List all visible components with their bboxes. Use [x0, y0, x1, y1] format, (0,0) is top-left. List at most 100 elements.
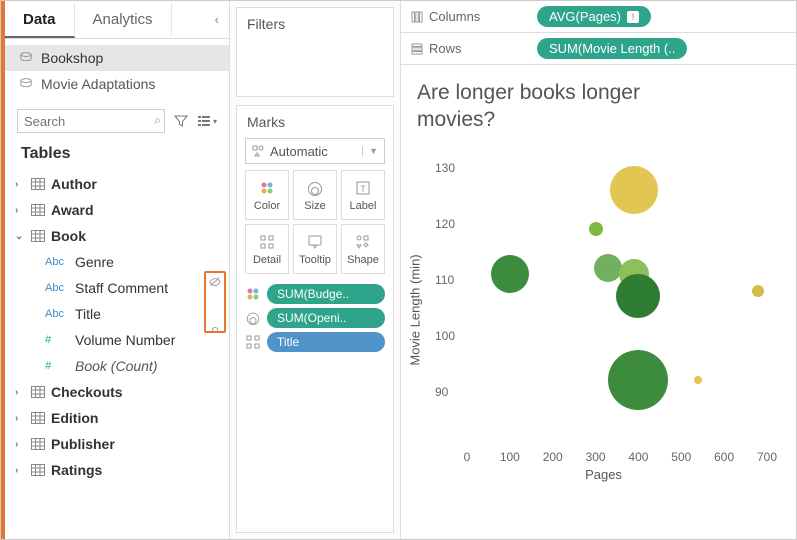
marks-pill-row[interactable]: Title [245, 332, 385, 352]
field-label: Book (Count) [75, 358, 157, 374]
marks-cell-label: Shape [347, 254, 379, 266]
table-checkouts[interactable]: › Checkouts [5, 379, 229, 405]
marks-cell-label: Label [350, 200, 377, 212]
table-icon [31, 438, 45, 450]
field-book-count-[interactable]: #Book (Count) [5, 353, 229, 379]
field-volume-number[interactable]: # Volume Number [5, 327, 229, 353]
filter-icon[interactable] [171, 110, 191, 132]
marks-color-button[interactable]: Color [245, 170, 289, 220]
chevron-icon: › [15, 205, 25, 216]
table-label: Author [51, 176, 97, 192]
chevron-icon: › [15, 413, 25, 424]
field-title[interactable]: Abc Title [5, 301, 229, 327]
field-label: Genre [75, 254, 114, 270]
marks-tooltip-button[interactable]: Tooltip [293, 224, 337, 274]
table-icon [31, 230, 45, 242]
color-icon [259, 179, 275, 197]
columns-shelf[interactable]: Columns AVG(Pages) ! [401, 1, 796, 33]
fieldtype-icon: Abc [45, 256, 69, 268]
pill-label[interactable]: SUM(Openi.. [267, 308, 385, 328]
x-tick: 700 [757, 450, 777, 464]
table-icon [31, 386, 45, 398]
chevron-icon: ⌄ [15, 231, 25, 242]
size-icon [245, 310, 261, 326]
svg-text:T: T [360, 184, 366, 194]
rows-shelf[interactable]: Rows SUM(Movie Length (.. [401, 33, 796, 65]
marks-label-button[interactable]: T Label [341, 170, 385, 220]
x-tick: 400 [628, 450, 648, 464]
fieldtype-icon: Abc [45, 282, 69, 294]
field-staff-comment[interactable]: AbcStaff Comment [5, 275, 229, 301]
table-label: Book [51, 228, 86, 244]
label-icon: T [355, 179, 371, 197]
x-tick: 0 [464, 450, 471, 464]
detail-icon [259, 233, 275, 251]
pill-label[interactable]: Title [267, 332, 385, 352]
fieldtype-icon: Abc [45, 308, 69, 320]
x-axis-label: Pages [585, 467, 622, 482]
table-ratings[interactable]: ›Ratings [5, 457, 229, 483]
field-label: Title [75, 306, 101, 322]
table-icon [31, 178, 45, 190]
tables-header: Tables [5, 139, 229, 171]
y-tick: 130 [435, 161, 455, 175]
y-tick: 90 [435, 385, 448, 399]
table-label: Ratings [51, 462, 102, 478]
datasource-label: Movie Adaptations [41, 76, 155, 92]
datasource-movie-adaptations[interactable]: Movie Adaptations [5, 71, 229, 97]
marks-size-button[interactable]: Size [293, 170, 337, 220]
data-point[interactable] [594, 254, 622, 282]
y-tick: 120 [435, 217, 455, 231]
tab-analytics[interactable]: Analytics [75, 3, 172, 36]
field-label: Volume Number [75, 332, 175, 348]
marks-shape-button[interactable]: Shape [341, 224, 385, 274]
data-point[interactable] [491, 255, 529, 293]
fieldtype-icon: # [45, 334, 69, 346]
filters-title: Filters [237, 8, 393, 40]
search-input[interactable] [17, 109, 165, 133]
data-point[interactable] [616, 274, 660, 318]
marks-cell-label: Size [304, 200, 325, 212]
table-icon [31, 464, 45, 476]
chart-title[interactable]: Are longer books longer movies? [409, 79, 669, 140]
marktype-dropdown[interactable]: Automatic ▼ [245, 138, 385, 164]
data-point[interactable] [589, 222, 603, 236]
pill-label[interactable]: SUM(Budge.. [267, 284, 385, 304]
marks-pill-row[interactable]: SUM(Budge.. [245, 284, 385, 304]
datasource-icon [19, 78, 33, 90]
marks-pill-row[interactable]: SUM(Openi.. [245, 308, 385, 328]
collapse-left-icon[interactable]: ‹ [205, 8, 229, 31]
table-book[interactable]: ⌄ Book [5, 223, 229, 249]
rows-label: Rows [429, 41, 462, 56]
detail-icon [245, 334, 261, 350]
table-publisher[interactable]: ›Publisher [5, 431, 229, 457]
tab-data[interactable]: Data [5, 3, 75, 38]
data-point[interactable] [610, 166, 658, 214]
data-point[interactable] [752, 285, 764, 297]
chevron-down-icon: ▼ [362, 146, 378, 156]
table-label: Checkouts [51, 384, 123, 400]
table-author[interactable]: ›Author [5, 171, 229, 197]
data-point[interactable] [608, 350, 668, 410]
table-icon [31, 412, 45, 424]
y-axis-label: Movie Length (min) [408, 254, 423, 365]
datasource-bookshop[interactable]: Bookshop [5, 45, 229, 71]
table-edition[interactable]: ›Edition [5, 405, 229, 431]
columns-pill[interactable]: AVG(Pages) ! [537, 6, 651, 27]
table-award[interactable]: › Award [5, 197, 229, 223]
filters-shelf[interactable]: Filters [236, 7, 394, 97]
shape-icon [355, 233, 371, 251]
field-genre[interactable]: Abc Genre [5, 249, 229, 275]
color-icon [245, 286, 261, 302]
table-label: Award [51, 202, 94, 218]
rows-pill[interactable]: SUM(Movie Length (.. [537, 38, 687, 59]
search-icon[interactable]: ⌕ [154, 113, 161, 128]
chevron-icon: › [15, 387, 25, 398]
view-options-icon[interactable]: ▾ [197, 110, 217, 132]
tooltip-icon [307, 233, 323, 251]
marks-detail-button[interactable]: Detail [245, 224, 289, 274]
data-point[interactable] [694, 376, 702, 384]
columns-label: Columns [429, 9, 480, 24]
y-tick: 110 [435, 273, 454, 287]
chart-area[interactable]: Movie Length (min) 901001101201300100200… [419, 140, 788, 480]
